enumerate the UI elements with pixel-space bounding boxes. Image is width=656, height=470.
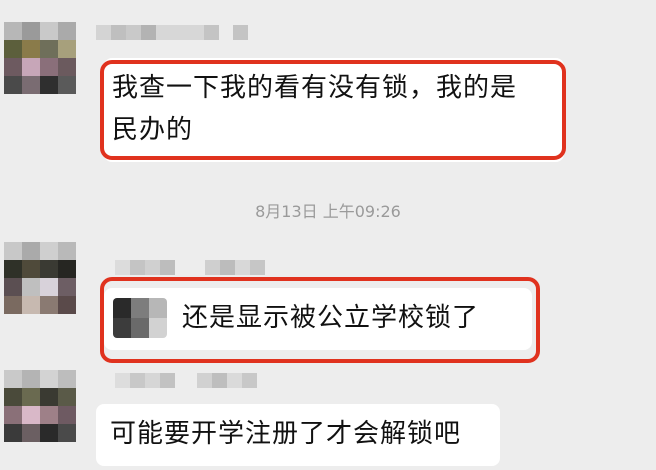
message-text: 可能要开学注册了才会解锁吧 bbox=[110, 419, 462, 449]
highlight-box bbox=[100, 277, 540, 363]
avatar[interactable] bbox=[4, 242, 76, 314]
sender-name bbox=[115, 260, 265, 275]
message-bubble[interactable]: 可能要开学注册了才会解锁吧 bbox=[96, 404, 500, 466]
timestamp: 8月13日 上午09:26 bbox=[255, 202, 401, 221]
avatar[interactable] bbox=[4, 370, 76, 442]
sender-name bbox=[115, 373, 257, 388]
sender-name bbox=[96, 25, 248, 40]
avatar[interactable] bbox=[4, 22, 76, 94]
highlight-box bbox=[100, 60, 566, 160]
